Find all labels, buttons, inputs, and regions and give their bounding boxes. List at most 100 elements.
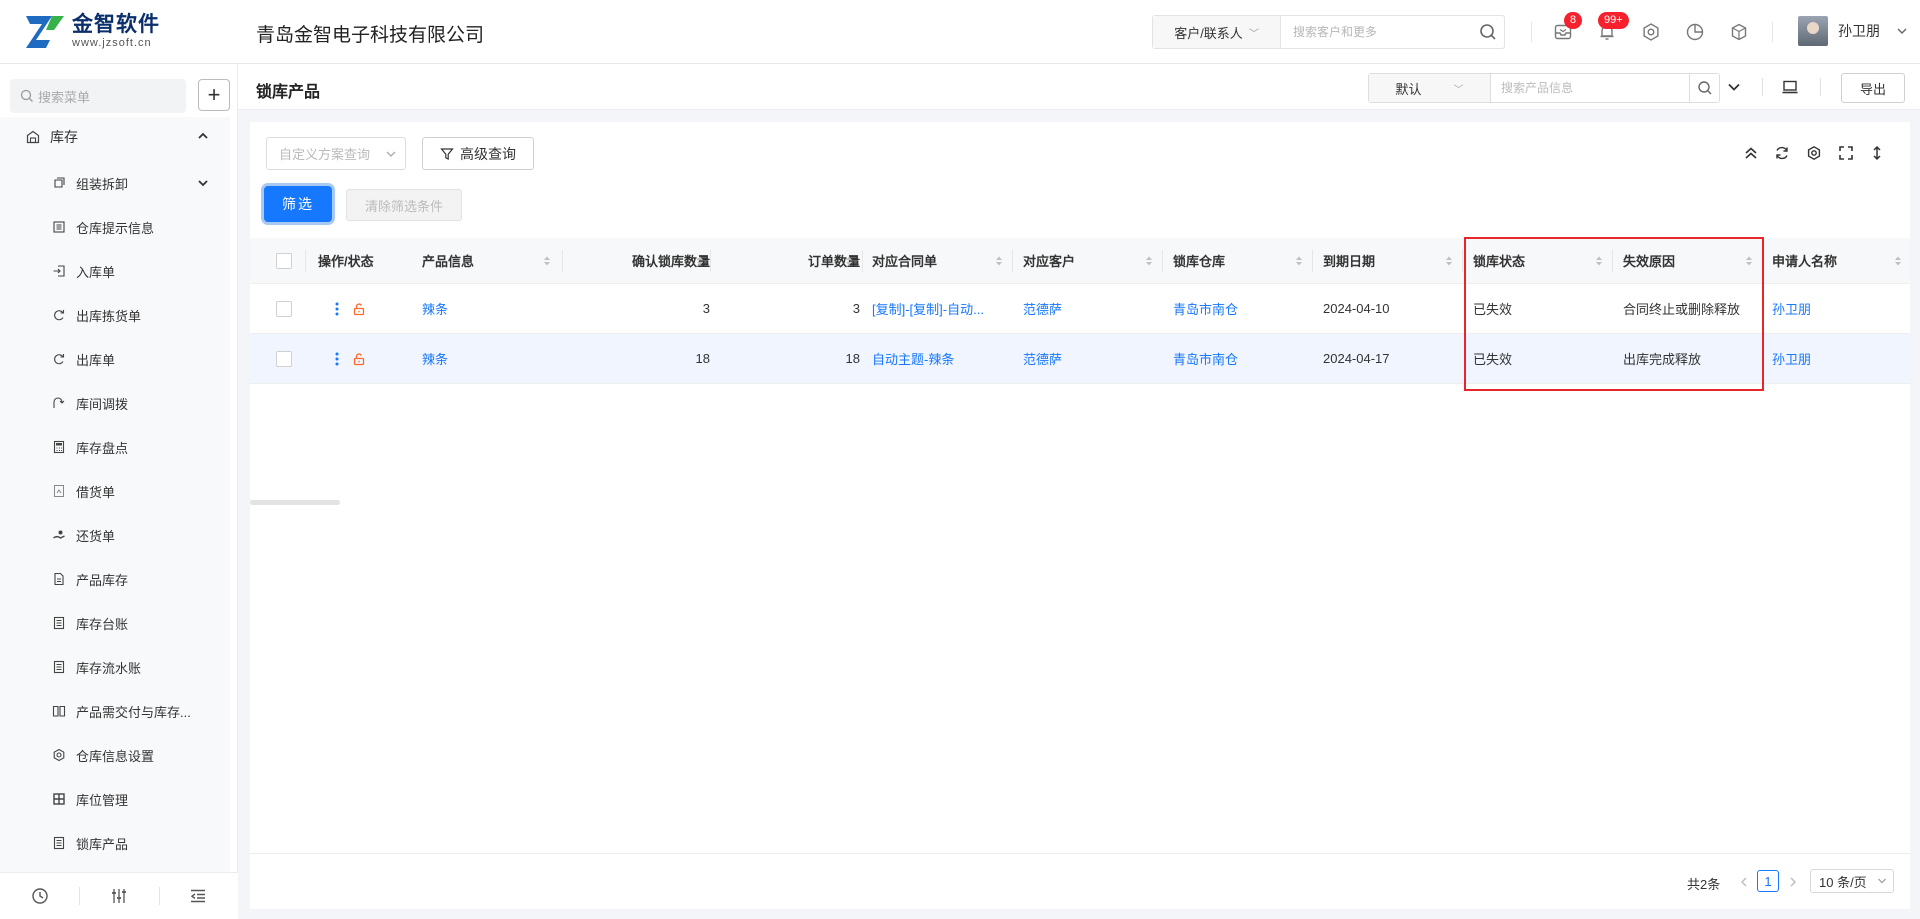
sort-icon[interactable] [543, 255, 551, 267]
page-number-current[interactable]: 1 [1757, 870, 1779, 892]
column-header[interactable]: 对应合同单 [872, 238, 1010, 283]
export-button[interactable]: 导出 [1841, 73, 1905, 103]
sidebar-item[interactable]: 借货单 [0, 473, 230, 509]
settings-icon[interactable] [1803, 142, 1825, 164]
unlock-icon[interactable] [352, 302, 366, 316]
sidebar-item[interactable]: 库间调拨 [0, 385, 230, 421]
chevron-down-icon[interactable] [1726, 79, 1742, 95]
chevron-right-icon[interactable] [1787, 876, 1799, 888]
history-icon[interactable] [0, 873, 79, 919]
pie-chart-icon[interactable] [1684, 21, 1706, 43]
brand-logo[interactable]: 金智软件 www.jzsoft.cn [24, 14, 160, 50]
sort-icon[interactable] [1894, 255, 1902, 267]
column-header[interactable]: 失效原因 [1623, 238, 1753, 283]
search-icon[interactable] [1472, 16, 1504, 48]
global-search-scope-select[interactable]: 客户/联系人 ﹀ [1153, 16, 1281, 48]
column-header[interactable]: 操作/状态 [318, 238, 400, 283]
sort-icon[interactable] [1745, 255, 1753, 267]
fullscreen-icon[interactable] [1835, 142, 1857, 164]
select-all-checkbox[interactable] [276, 252, 292, 269]
clear-filter-button[interactable]: 清除筛选条件 [346, 189, 462, 221]
chevron-left-icon[interactable] [1738, 876, 1750, 888]
product-link[interactable]: 辣条 [422, 284, 554, 333]
monitor-icon[interactable] [1781, 78, 1799, 96]
sidebar-item[interactable]: 锁库产品 [0, 825, 230, 861]
sidebar-group-inventory[interactable]: 库存 [0, 117, 230, 157]
row-checkbox[interactable] [276, 350, 292, 367]
horizontal-scrollbar[interactable] [250, 500, 340, 505]
sidebar-item[interactable]: 组装拆卸 [0, 165, 230, 201]
filter-button[interactable]: 筛选 [264, 186, 332, 222]
applicant-link[interactable]: 孙卫朋 [1772, 334, 1882, 383]
sidebar-item[interactable]: 出库拣货单 [0, 297, 230, 333]
sidebar-search[interactable]: 搜索菜单 [10, 79, 186, 113]
column-header[interactable]: 产品信息 [422, 238, 554, 283]
table-row[interactable]: 辣条 18 18 自动主题-辣条 范德萨 青岛市南仓 2024-04-17 已失效 出库完成释放… [250, 334, 1910, 384]
column-header[interactable]: 锁库仓库 [1173, 238, 1303, 283]
collapse-menu-icon[interactable] [158, 873, 238, 919]
order-qty: 3 [852, 301, 860, 316]
user-menu[interactable]: 孙卫朋 [1798, 16, 1908, 46]
unlock-icon[interactable] [352, 352, 366, 366]
sidebar-item[interactable]: 库存盘点 [0, 429, 230, 465]
product-link[interactable]: 辣条 [422, 334, 554, 383]
sort-icon[interactable] [845, 255, 853, 267]
sidebar-item[interactable]: 库存流水账 [0, 649, 230, 685]
sort-icon[interactable] [995, 255, 1003, 267]
table-row[interactable]: 辣条 3 3 [复制]-[复制]-自动... 范德萨 青岛市南仓 2024-04-10 已失效… [250, 284, 1910, 334]
sort-icon[interactable] [1295, 255, 1303, 267]
product-search-scope-select[interactable]: 默认 ﹀ [1369, 74, 1491, 102]
sliders-icon[interactable] [79, 873, 158, 919]
collapse-up-icon[interactable] [1740, 142, 1762, 164]
add-menu-button[interactable]: + [198, 79, 230, 111]
sidebar-item-label: 锁库产品 [76, 836, 129, 852]
column-header[interactable]: 订单数量 [730, 238, 860, 283]
sort-icon[interactable] [1145, 255, 1153, 267]
column-header[interactable]: 到期日期 [1323, 238, 1453, 283]
sidebar-item[interactable]: 仓库信息设置 [0, 737, 230, 773]
customer-link[interactable]: 范德萨 [1023, 334, 1153, 383]
warehouse-link[interactable]: 青岛市南仓 [1173, 284, 1303, 333]
contract-link[interactable]: [复制]-[复制]-自动... [872, 284, 1010, 333]
refresh-icon[interactable] [1771, 142, 1793, 164]
sort-icon[interactable] [1595, 255, 1603, 267]
gear-icon[interactable] [1640, 21, 1662, 43]
sidebar-item[interactable]: 仓库提示信息 [0, 209, 230, 245]
pagination: 共2条 1 10 条/页 [250, 853, 1910, 909]
product-search-input[interactable] [1491, 74, 1689, 102]
scheme-query-placeholder: 自定义方案查询 [279, 147, 371, 162]
more-vertical-icon[interactable] [332, 301, 342, 317]
total-count: 共2条 [1687, 877, 1721, 892]
sidebar-item[interactable]: 入库单 [0, 253, 230, 289]
sidebar-item-label: 库间调拨 [76, 396, 129, 412]
sidebar-item[interactable]: 出库单 [0, 341, 230, 377]
global-search-input[interactable] [1281, 16, 1472, 48]
message-badge: 8 [1564, 12, 1583, 29]
sidebar-item[interactable]: 库位管理 [0, 781, 230, 817]
customer-link[interactable]: 范德萨 [1023, 284, 1153, 333]
sidebar-item[interactable]: 产品需交付与库存... [0, 693, 230, 729]
column-header[interactable]: 锁库状态 [1473, 238, 1603, 283]
sort-icon[interactable] [696, 255, 704, 267]
cube-icon[interactable] [1728, 21, 1750, 43]
sidebar-search-placeholder: 搜索菜单 [38, 89, 91, 105]
column-header[interactable]: 申请人名称 [1772, 238, 1882, 283]
column-header[interactable]: 对应客户 [1023, 238, 1153, 283]
warehouse-link[interactable]: 青岛市南仓 [1173, 334, 1303, 383]
sidebar-item[interactable]: 还货单 [0, 517, 230, 553]
sidebar-item[interactable]: 库存台账 [0, 605, 230, 641]
sort-icon[interactable] [1445, 255, 1453, 267]
message-icon[interactable]: 8 [1552, 12, 1583, 43]
sidebar-item[interactable]: 产品库存 [0, 561, 230, 597]
contract-link[interactable]: 自动主题-辣条 [872, 334, 1010, 383]
search-icon[interactable] [1689, 74, 1719, 102]
row-checkbox[interactable] [276, 300, 292, 317]
page-size-select[interactable]: 10 条/页 [1810, 869, 1894, 893]
applicant-link[interactable]: 孙卫朋 [1772, 284, 1882, 333]
scheme-query-select[interactable]: 自定义方案查询 [266, 137, 406, 170]
row-height-icon[interactable] [1866, 142, 1888, 164]
more-vertical-icon[interactable] [332, 351, 342, 367]
advanced-query-button[interactable]: 高级查询 [422, 137, 534, 170]
column-header[interactable]: 确认锁库数量 [580, 238, 710, 283]
bell-icon[interactable]: 99+ [1596, 12, 1629, 43]
